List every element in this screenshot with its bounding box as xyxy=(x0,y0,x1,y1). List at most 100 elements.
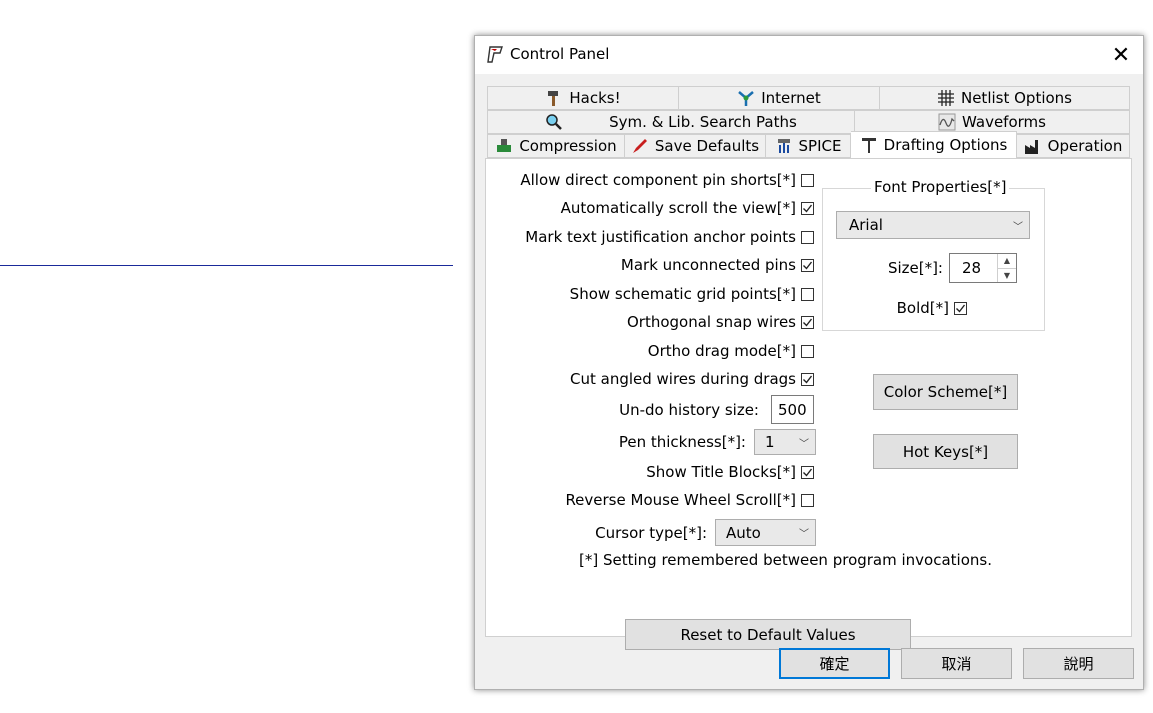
vise-icon xyxy=(497,139,512,152)
grid-points-checkbox[interactable] xyxy=(801,287,814,301)
spice-icon xyxy=(777,139,790,153)
undo-row: Un-do history size: 500 xyxy=(486,395,814,424)
tab-drafting-options-label: Drafting Options xyxy=(883,136,1008,154)
reset-defaults-button[interactable]: Reset to Default Values xyxy=(625,619,911,650)
option-label: Automatically scroll the view[*] xyxy=(560,199,796,217)
font-family-select[interactable]: Arial ﹀ xyxy=(836,211,1030,239)
network-icon xyxy=(738,91,755,106)
tab-netlist-options-label: Netlist Options xyxy=(960,89,1072,107)
cancel-button[interactable]: 取消 xyxy=(901,648,1012,679)
option-label: Cut angled wires during drags xyxy=(570,370,796,388)
netlist-grid-icon xyxy=(937,90,954,106)
pen-icon xyxy=(632,139,647,153)
cursor-label: Cursor type[*]: xyxy=(595,523,707,542)
anchor-points-checkbox[interactable] xyxy=(801,230,814,244)
remembered-note: [*] Setting remembered between program i… xyxy=(579,551,992,569)
option-row: Orthogonal snap wires xyxy=(486,313,814,331)
ok-button[interactable]: 確定 xyxy=(779,648,890,679)
cursor-value: Auto xyxy=(726,523,761,542)
option-label: Mark text justification anchor points xyxy=(525,228,796,246)
tab-spice[interactable]: SPICE xyxy=(766,134,851,158)
option-row: Cut angled wires during drags xyxy=(486,370,814,388)
option-label: Show schematic grid points[*] xyxy=(569,285,796,303)
size-label: Size[*]: xyxy=(887,259,943,277)
option-row: Ortho drag mode[*] xyxy=(486,342,814,360)
background-wire xyxy=(0,265,453,266)
tab-spice-label: SPICE xyxy=(798,137,842,155)
tab-search-paths[interactable]: Sym. & Lib. Search Paths xyxy=(487,110,855,134)
magnifier-icon xyxy=(546,114,563,130)
hot-keys-button[interactable]: Hot Keys[*] xyxy=(873,434,1018,469)
bold-checkbox[interactable] xyxy=(954,301,967,315)
factory-icon xyxy=(1024,140,1038,154)
chevron-down-icon: ﹀ xyxy=(799,438,809,450)
chevron-down-icon: ﹀ xyxy=(1013,221,1023,233)
font-group-label: Font Properties[*] xyxy=(871,178,1010,196)
color-scheme-button[interactable]: Color Scheme[*] xyxy=(873,374,1018,410)
app-logo-icon xyxy=(487,46,503,63)
pen-row: Pen thickness[*]: 1 ﹀ xyxy=(486,429,816,455)
tab-netlist-options[interactable]: Netlist Options xyxy=(880,86,1130,110)
bold-label: Bold[*] xyxy=(896,299,949,317)
option-row: Show schematic grid points[*] xyxy=(486,285,814,303)
tab-hacks[interactable]: Hacks! xyxy=(487,86,679,110)
drafting-options-panel: Allow direct component pin shorts[*] Aut… xyxy=(485,158,1132,650)
hammer-icon xyxy=(548,91,559,106)
pen-thickness-select[interactable]: 1 ﹀ xyxy=(754,429,816,455)
pin-shorts-checkbox[interactable] xyxy=(801,173,814,187)
cut-angled-wires-checkbox[interactable] xyxy=(801,372,814,386)
tab-row-2: Sym. & Lib. Search Paths Waveforms xyxy=(487,110,1130,134)
cursor-row: Cursor type[*]: Auto ﹀ xyxy=(486,519,816,546)
size-row: Size[*]: xyxy=(823,253,943,283)
control-panel-dialog: Control Panel ✕ Hacks! Internet Netlist … xyxy=(474,35,1144,690)
option-label: Allow direct component pin shorts[*] xyxy=(520,171,796,189)
title-blocks-checkbox[interactable] xyxy=(801,465,814,479)
cursor-type-select[interactable]: Auto ﹀ xyxy=(715,519,816,546)
unconnected-pins-checkbox[interactable] xyxy=(801,258,814,272)
option-row: Reverse Mouse Wheel Scroll[*] xyxy=(486,491,814,509)
ortho-drag-checkbox[interactable] xyxy=(801,344,814,358)
font-family-value: Arial xyxy=(849,216,883,234)
titlebar: Control Panel ✕ xyxy=(475,36,1143,74)
tab-operation-label: Operation xyxy=(1047,137,1123,155)
option-label: Orthogonal snap wires xyxy=(627,313,796,331)
checkmark-icon xyxy=(803,468,813,477)
chevron-down-icon: ﹀ xyxy=(799,529,809,540)
help-button[interactable]: 說明 xyxy=(1023,648,1134,679)
ortho-snap-checkbox[interactable] xyxy=(801,315,814,329)
tab-save-defaults-label: Save Defaults xyxy=(654,137,760,155)
window-title: Control Panel xyxy=(510,45,610,63)
spin-down-icon[interactable]: ▼ xyxy=(998,267,1016,283)
auto-scroll-checkbox[interactable] xyxy=(801,201,814,215)
tab-compression[interactable]: Compression xyxy=(487,134,625,158)
tab-waveforms-label: Waveforms xyxy=(962,113,1046,131)
size-spinner[interactable]: ▲ ▼ xyxy=(997,254,1016,282)
checkmark-icon xyxy=(803,204,813,213)
reverse-wheel-checkbox[interactable] xyxy=(801,493,814,507)
option-row: Mark text justification anchor points xyxy=(486,228,814,246)
option-label: Show Title Blocks[*] xyxy=(646,463,796,481)
checkmark-icon xyxy=(803,261,813,270)
font-size-input[interactable]: 28 ▲ ▼ xyxy=(949,253,1017,283)
tab-drafting-options[interactable]: Drafting Options xyxy=(851,131,1017,158)
undo-size-input[interactable]: 500 xyxy=(771,395,814,424)
close-button[interactable]: ✕ xyxy=(1099,36,1143,74)
option-label: Mark unconnected pins xyxy=(620,256,796,274)
checkmark-icon xyxy=(956,304,966,313)
pen-value: 1 xyxy=(765,433,775,451)
tab-row-3: Compression Save Defaults SPICE Drafting… xyxy=(487,131,1130,158)
tab-internet[interactable]: Internet xyxy=(679,86,880,110)
tab-compression-label: Compression xyxy=(519,137,617,155)
checkmark-icon xyxy=(803,375,813,384)
bold-row: Bold[*] xyxy=(823,299,967,317)
spin-up-icon[interactable]: ▲ xyxy=(998,254,1016,268)
tab-search-paths-label: Sym. & Lib. Search Paths xyxy=(609,113,797,131)
tab-row-1: Hacks! Internet Netlist Options xyxy=(487,86,1130,110)
waveform-icon xyxy=(938,113,956,131)
option-label: Reverse Mouse Wheel Scroll[*] xyxy=(565,491,796,509)
option-row: Allow direct component pin shorts[*] xyxy=(486,171,814,189)
tab-save-defaults[interactable]: Save Defaults xyxy=(625,134,766,158)
undo-label: Un-do history size: xyxy=(619,400,759,419)
checkmark-icon xyxy=(803,318,813,327)
tab-operation[interactable]: Operation xyxy=(1017,134,1130,158)
